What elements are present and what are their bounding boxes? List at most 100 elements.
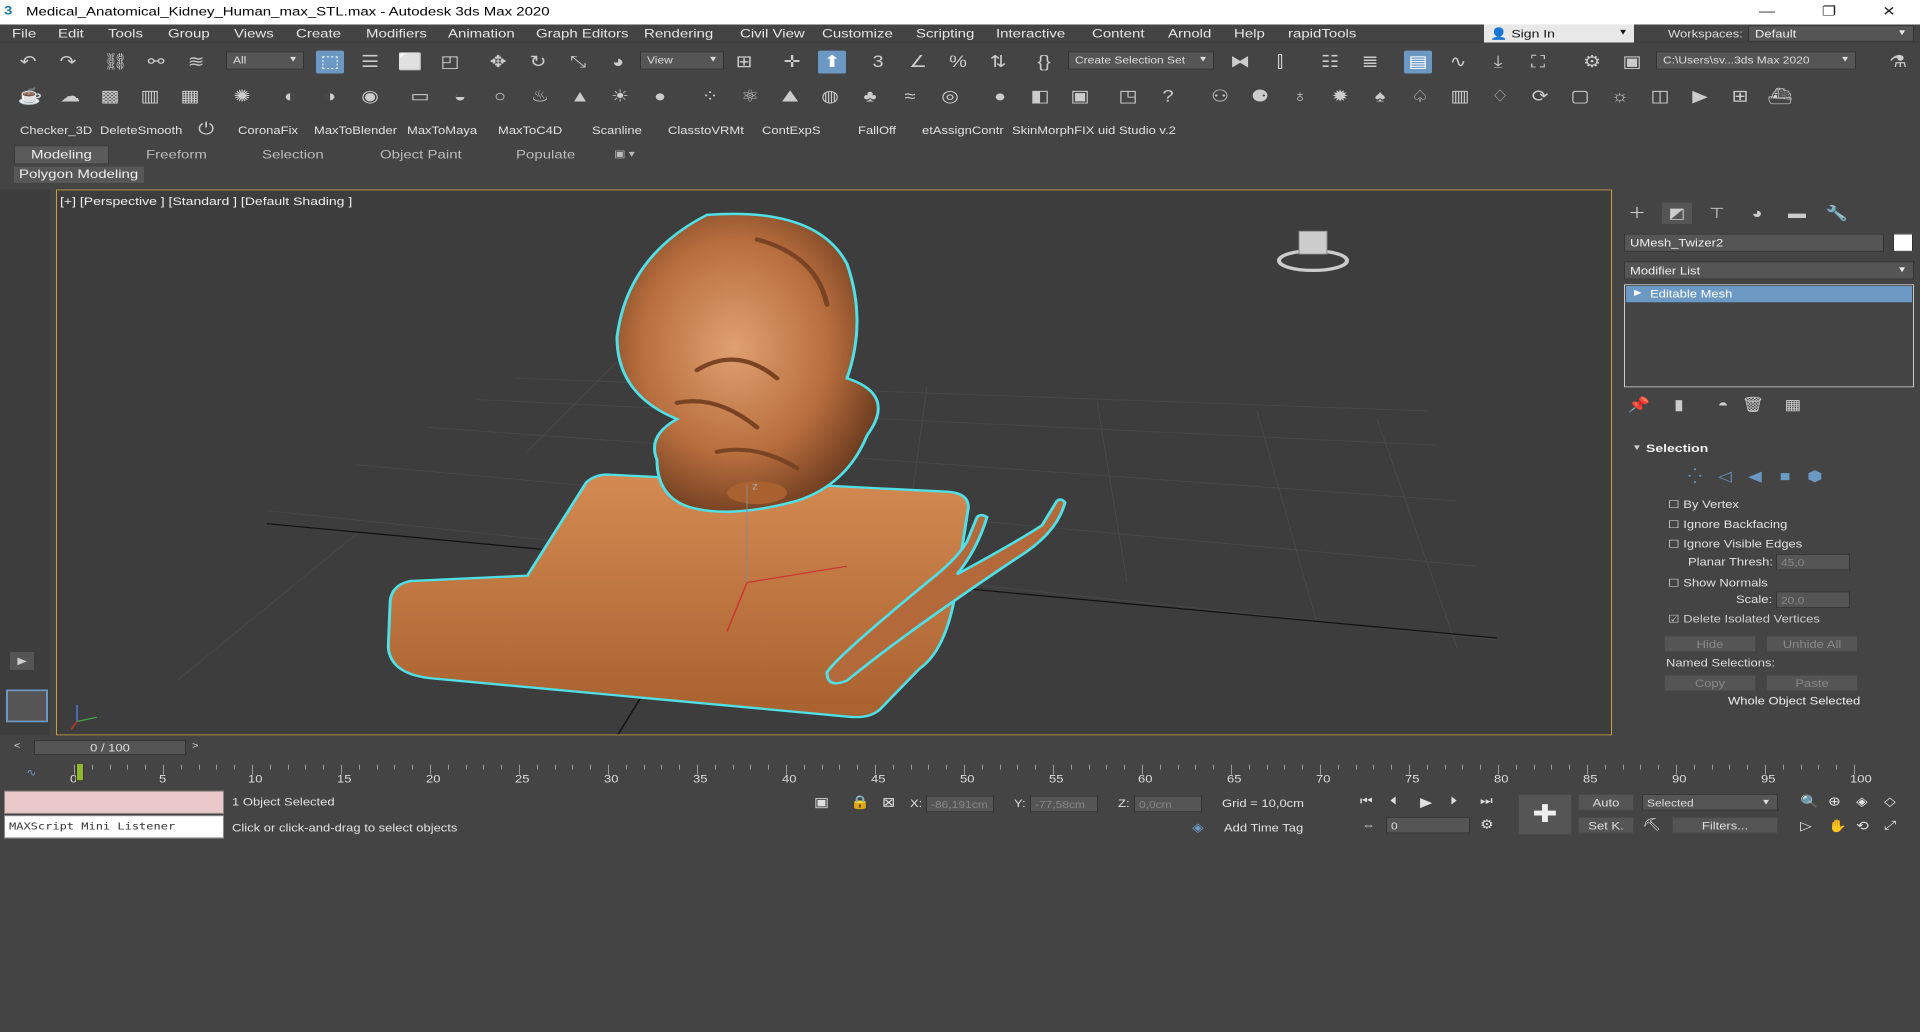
help-icon[interactable]: ?	[1154, 85, 1182, 108]
sun-icon[interactable]: ☀	[606, 85, 634, 108]
shelf-maxtoblender[interactable]: MaxToBlender	[314, 124, 397, 136]
lock-icon[interactable]: 🔒	[850, 794, 870, 810]
y-coordinate-field[interactable]: -77,58cm	[1030, 795, 1098, 813]
menu-edit[interactable]: Edit	[58, 27, 84, 41]
render-iterative-icon[interactable]: ⚗	[1884, 51, 1912, 74]
viewport-layout-icon[interactable]	[6, 689, 48, 723]
orbit-icon[interactable]: ⟲	[1856, 819, 1869, 833]
plant-icon[interactable]: ♣	[856, 85, 884, 108]
time-tag-icon[interactable]: ◈	[1192, 820, 1204, 835]
move-icon[interactable]: ✥	[484, 51, 512, 74]
refresh-icon[interactable]: ⟳	[1526, 85, 1554, 108]
mirror-icon[interactable]: ⧓	[1226, 51, 1254, 74]
minimize-icon[interactable]: —	[1744, 0, 1790, 25]
motion-tab-icon[interactable]: ◕	[1742, 203, 1772, 224]
selection-rollout-title[interactable]: Selection	[1646, 441, 1708, 454]
hierarchy-tab-icon[interactable]: ⊤	[1702, 203, 1732, 224]
modify-tab-icon[interactable]: ◩	[1662, 202, 1692, 224]
go-to-start-icon[interactable]: ⏮	[1360, 794, 1373, 808]
menu-animation[interactable]: Animation	[448, 27, 515, 41]
material-editor-icon[interactable]: ⛶	[1524, 51, 1552, 74]
menu-rapidtools[interactable]: rapidTools	[1288, 27, 1356, 41]
cloud-icon[interactable]: ☁	[56, 85, 84, 108]
cone-icon[interactable]: ▲	[566, 85, 594, 108]
render-setup-icon[interactable]: ⚙	[1578, 51, 1606, 74]
camera-group2-icon[interactable]: ⚈	[1246, 85, 1274, 108]
rectangular-selection-icon[interactable]: ⬜	[396, 51, 424, 74]
time-slider[interactable]: 0 / 100	[34, 740, 186, 755]
zoom-icon[interactable]: 🔍	[1800, 794, 1819, 809]
menu-create[interactable]: Create	[296, 27, 341, 41]
menu-graph-editors[interactable]: Graph Editors	[536, 27, 629, 41]
show-end-result-icon[interactable]: ▮	[1664, 394, 1694, 415]
create-tab-icon[interactable]: ＋	[1622, 203, 1652, 224]
menu-scripting[interactable]: Scripting	[916, 27, 974, 41]
tab-selection[interactable]: Selection	[262, 148, 324, 162]
menu-customize[interactable]: Customize	[822, 27, 893, 41]
toggle-scene-explorer-icon[interactable]: ☷	[1316, 51, 1344, 74]
align-icon[interactable]: ⫿	[1266, 51, 1294, 74]
book-icon[interactable]: ▥	[1446, 85, 1474, 108]
z-coordinate-field[interactable]: 0,0cm	[1134, 795, 1202, 813]
ship-icon[interactable]: ⛴	[1766, 85, 1794, 108]
angle-snap-icon[interactable]: ∠	[904, 51, 932, 74]
timeslider-prev-icon[interactable]: <	[14, 741, 20, 751]
power-icon[interactable]: ⏻	[192, 118, 220, 141]
polygon-mode-icon[interactable]: ■	[1770, 466, 1800, 487]
select-by-name-icon[interactable]: ☰	[356, 51, 384, 74]
shelf-falloff[interactable]: FallOff	[858, 124, 896, 136]
absolute-mode-icon[interactable]: ⊠	[882, 794, 895, 810]
named-selection-set-select[interactable]: Create Selection Set ▼	[1068, 51, 1214, 70]
expand-triangle-icon[interactable]: ▶	[1634, 288, 1642, 297]
make-unique-icon[interactable]: ◓	[1708, 394, 1738, 415]
maximize-viewport-icon[interactable]: ⤢	[1884, 819, 1896, 833]
pan-icon[interactable]: ✋	[1828, 819, 1847, 833]
undo-icon[interactable]: ↶	[14, 51, 42, 74]
play-icon[interactable]: ▶	[1420, 794, 1432, 810]
edge-mode-icon[interactable]: ◁	[1710, 466, 1740, 487]
tab-object-paint[interactable]: Object Paint	[380, 148, 462, 162]
filters-button[interactable]: Filters...	[1672, 817, 1778, 834]
key-filters-icon[interactable]: ⛏	[1642, 817, 1661, 832]
shelf-scanline[interactable]: Scanline	[592, 124, 642, 136]
window-icon[interactable]: ◫	[1646, 85, 1674, 108]
frame-icon[interactable]: ▢	[1566, 85, 1594, 108]
rendered-frame-window-icon[interactable]: ▣	[1618, 51, 1646, 74]
maxscript-output[interactable]: MAXScript Mini Listener	[4, 815, 224, 839]
rollout-collapse-icon[interactable]: ▼	[1632, 444, 1642, 453]
isolate-selection-icon[interactable]: ▣	[814, 794, 829, 810]
close-icon[interactable]: ✕	[1866, 0, 1912, 25]
ignore-backfacing-checkbox[interactable]: ☐ Ignore Backfacing	[1668, 518, 1787, 531]
polygon-modeling-panel[interactable]: Polygon Modeling	[14, 166, 144, 184]
by-vertex-checkbox[interactable]: ☐ By Vertex	[1668, 498, 1739, 511]
toggle-ribbon-icon[interactable]: ▤	[1404, 50, 1432, 74]
shelf-maxtoc4d[interactable]: MaxToC4D	[498, 124, 562, 136]
zoom-extents-all-icon[interactable]: ◇	[1884, 794, 1896, 809]
perspective-viewport[interactable]	[56, 189, 1612, 736]
current-frame-marker[interactable]	[76, 763, 84, 782]
globe-icon[interactable]: ◍	[816, 85, 844, 108]
shelf-checker-3d[interactable]: Checker_3D	[20, 124, 92, 136]
grid-icon[interactable]: ▦	[176, 85, 204, 108]
material-ball-icon[interactable]: ●	[986, 85, 1014, 108]
lamp-icon[interactable]: ♢	[1486, 85, 1514, 108]
plane-icon[interactable]: ▭	[406, 85, 434, 108]
object-name-input[interactable]: UMesh_Twizer2	[1624, 233, 1884, 252]
unlink-icon[interactable]: ⚯	[142, 51, 170, 74]
unhide-all-button[interactable]: Unhide All	[1766, 635, 1858, 652]
utilities-tab-icon[interactable]: 🔧	[1822, 203, 1852, 224]
menu-help[interactable]: Help	[1234, 27, 1265, 41]
tab-freeform[interactable]: Freeform	[146, 148, 207, 162]
bulb-icon[interactable]: ☼	[1606, 85, 1634, 108]
schematic-view-icon[interactable]: ⤓	[1484, 51, 1512, 74]
material-map-icon[interactable]: ◧	[1026, 85, 1054, 108]
modifier-list-select[interactable]: Modifier List ▼	[1624, 261, 1914, 280]
copy-button[interactable]: Copy	[1664, 674, 1756, 692]
vray-fb-icon[interactable]: ▣	[1066, 85, 1094, 108]
time-ruler[interactable]: 0 5 10 15 20 25 30 35 40 45 50 55 60 65 70 75 80 85 90 95 10…	[70, 758, 1872, 786]
set-key-icon[interactable]: ✚	[1518, 794, 1572, 835]
planar-thresh-spinner[interactable]: 45,0	[1776, 553, 1850, 571]
forest-icon[interactable]: ♠	[1366, 85, 1394, 108]
link-icon[interactable]: ⛓	[102, 51, 130, 74]
spinner-snap-icon[interactable]: ⇅	[984, 51, 1012, 74]
